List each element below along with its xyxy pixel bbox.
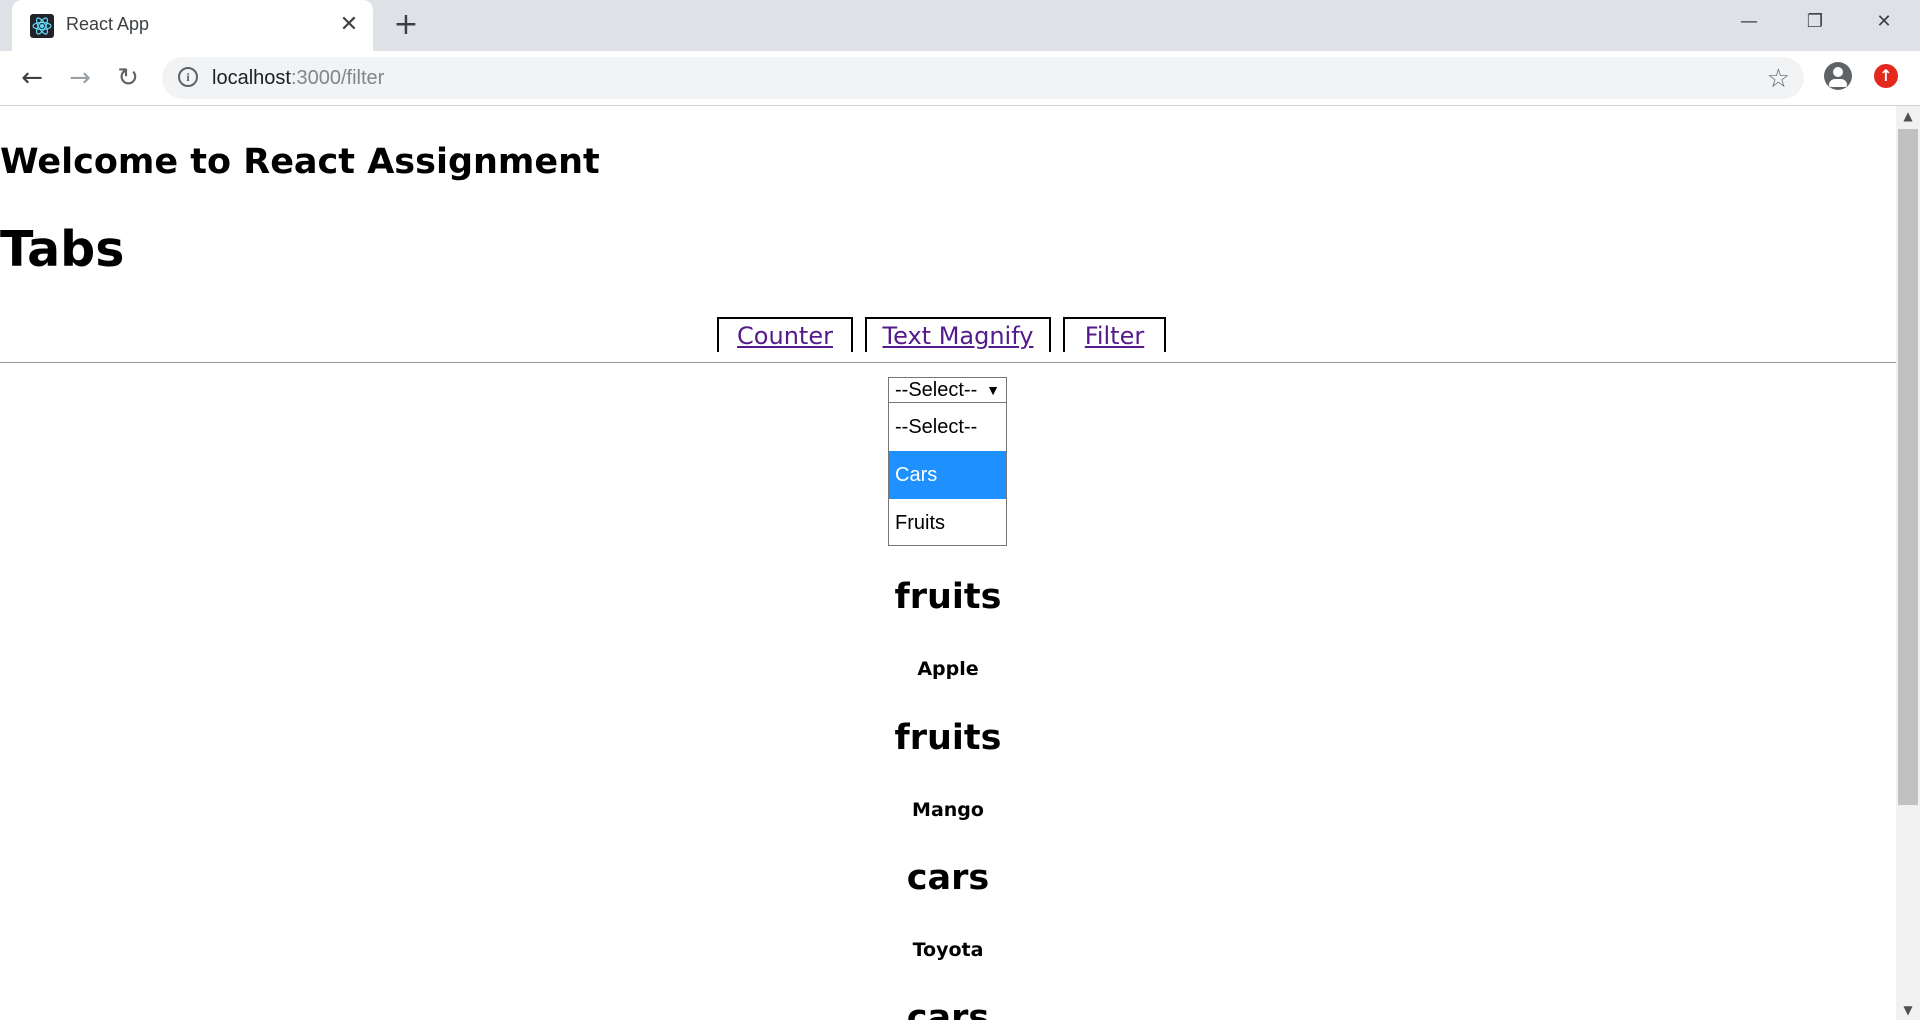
url-host: localhost — [212, 67, 291, 89]
option-select[interactable]: --Select-- — [889, 403, 1006, 451]
option-fruits[interactable]: Fruits — [889, 499, 1006, 547]
restore-icon[interactable]: ❐ — [1786, 0, 1844, 44]
reload-icon[interactable]: ↻ — [112, 63, 144, 95]
browser-tabstrip: React App ✕ + — ❐ ✕ — [0, 0, 1920, 51]
page-viewport: Welcome to React Assignment Tabs Counter… — [0, 106, 1896, 1020]
account-icon[interactable] — [1824, 62, 1852, 90]
url-text: localhost:3000/filter — [212, 67, 384, 90]
welcome-heading: Welcome to React Assignment — [0, 142, 600, 182]
result-category-heading: fruits — [894, 718, 1002, 758]
select-value: --Select-- — [895, 379, 978, 401]
tabs-heading: Tabs — [0, 221, 125, 278]
info-icon[interactable]: i — [178, 67, 198, 87]
dropdown-arrow-icon: ▼ — [986, 382, 1000, 398]
scroll-up-icon[interactable]: ▲ — [1896, 106, 1920, 126]
address-bar[interactable]: i localhost:3000/filter ☆ — [162, 57, 1804, 99]
option-cars[interactable]: Cars — [889, 451, 1006, 499]
result-category-heading: cars — [906, 858, 990, 898]
minimize-icon[interactable]: — — [1720, 0, 1778, 44]
new-tab-icon[interactable]: + — [390, 10, 422, 42]
vertical-scrollbar[interactable]: ▲ ▼ — [1896, 106, 1920, 1020]
scrollbar-thumb[interactable] — [1898, 129, 1918, 805]
tab-counter[interactable]: Counter — [717, 317, 853, 352]
tab-filter[interactable]: Filter — [1063, 317, 1166, 352]
category-select[interactable]: --Select-- ▼ — [888, 377, 1007, 403]
bookmark-star-icon[interactable]: ☆ — [1767, 64, 1790, 94]
back-icon[interactable]: ← — [16, 63, 48, 95]
result-category-heading: fruits — [894, 577, 1002, 617]
close-tab-icon[interactable]: ✕ — [336, 12, 362, 38]
result-item: Mango — [912, 799, 984, 821]
browser-toolbar: ← → ↻ i localhost:3000/filter ☆ ↑ — [0, 51, 1920, 106]
tab-text-magnify[interactable]: Text Magnify — [865, 317, 1051, 352]
update-icon[interactable]: ↑ — [1874, 64, 1898, 88]
tab-bar: Counter Text Magnify Filter — [0, 310, 1896, 363]
url-path: :3000/filter — [290, 67, 385, 89]
result-item: Apple — [917, 658, 979, 680]
result-item: Toyota — [912, 939, 984, 961]
select-options-list: --Select-- Cars Fruits — [888, 402, 1007, 546]
result-category-heading: cars — [906, 998, 990, 1020]
browser-tab[interactable]: React App ✕ — [12, 0, 373, 51]
scroll-down-icon[interactable]: ▼ — [1896, 1000, 1920, 1020]
tab-title: React App — [66, 14, 150, 34]
react-logo-icon — [30, 14, 54, 38]
forward-icon[interactable]: → — [64, 63, 96, 95]
close-window-icon[interactable]: ✕ — [1855, 0, 1913, 44]
